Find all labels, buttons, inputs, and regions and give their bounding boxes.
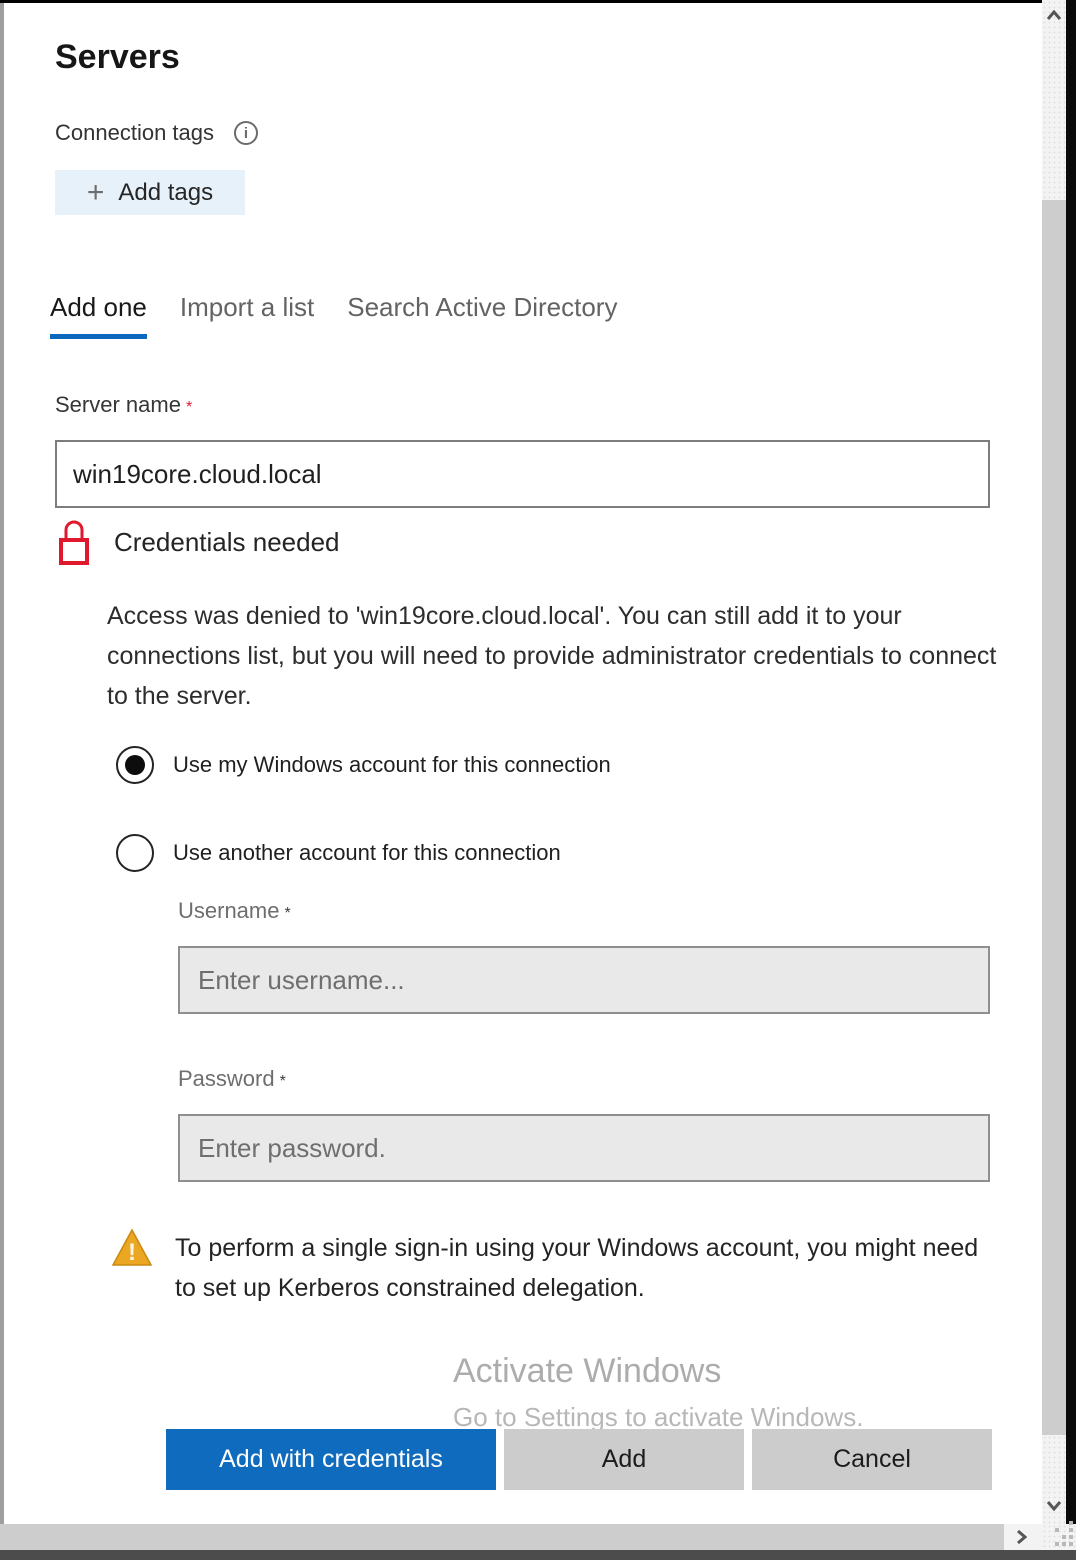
info-icon[interactable]: i (234, 121, 258, 145)
required-asterisk: * (284, 905, 290, 922)
right-edge-strip (1066, 0, 1076, 1524)
cancel-button[interactable]: Cancel (752, 1429, 992, 1490)
server-name-input[interactable] (55, 440, 990, 508)
left-edge-strip (0, 3, 4, 1524)
vertical-scrollbar-thumb[interactable] (1042, 200, 1066, 1435)
server-name-label: Server name (55, 392, 181, 417)
access-denied-message: Access was denied to 'win19core.cloud.lo… (107, 596, 997, 716)
add-server-panel: Servers Connection tags i + Add tags Add… (0, 0, 1076, 1560)
required-asterisk: * (280, 1073, 286, 1090)
required-asterisk: * (186, 399, 192, 416)
horizontal-scrollbar-thumb[interactable] (0, 1524, 1004, 1550)
username-label: Username (178, 898, 279, 923)
kerberos-warning: ! To perform a single sign-in using your… (111, 1228, 995, 1308)
tab-add-one[interactable]: Add one (50, 292, 147, 339)
add-tags-label: Add tags (118, 179, 213, 207)
warning-icon: ! (111, 1228, 153, 1268)
page-title: Servers (55, 38, 180, 77)
tab-search-active-directory[interactable]: Search Active Directory (347, 292, 617, 339)
server-name-label-row: Server name * (55, 392, 192, 418)
resize-grip-icon[interactable] (1055, 1528, 1059, 1532)
radio-windows-account-label: Use my Windows account for this connecti… (173, 752, 611, 778)
add-tags-button[interactable]: + Add tags (55, 170, 245, 215)
password-label-row: Password * (178, 1066, 286, 1092)
scroll-up-icon[interactable] (1046, 8, 1062, 26)
username-field[interactable] (178, 946, 990, 1014)
radio-button-selected[interactable] (116, 746, 154, 784)
scrollbar-corner (1042, 1524, 1076, 1550)
top-border (0, 0, 1042, 3)
connection-tags-label: Connection tags (55, 120, 214, 146)
lock-icon (55, 518, 92, 566)
scroll-down-icon[interactable] (1046, 1498, 1062, 1516)
footer-button-row: Add with credentials Add Cancel (166, 1429, 992, 1490)
tab-bar: Add one Import a list Search Active Dire… (50, 292, 617, 339)
username-label-row: Username * (178, 898, 291, 924)
radio-other-account-label: Use another account for this connection (173, 840, 561, 866)
tab-import-a-list[interactable]: Import a list (180, 292, 314, 339)
password-label: Password (178, 1066, 275, 1091)
radio-button-unselected[interactable] (116, 834, 154, 872)
activate-windows-watermark: Activate Windows (453, 1352, 721, 1391)
add-button[interactable]: Add (504, 1429, 744, 1490)
scroll-right-icon[interactable] (1016, 1529, 1027, 1550)
bottom-edge-band (0, 1550, 1076, 1560)
credentials-needed-label: Credentials needed (114, 527, 340, 558)
connection-tags-row: Connection tags i (55, 120, 258, 146)
plus-icon: + (87, 178, 105, 208)
svg-text:!: ! (128, 1239, 136, 1266)
password-field[interactable] (178, 1114, 990, 1182)
radio-other-account[interactable]: Use another account for this connection (116, 834, 561, 872)
radio-windows-account[interactable]: Use my Windows account for this connecti… (116, 746, 611, 784)
add-with-credentials-button[interactable]: Add with credentials (166, 1429, 496, 1490)
kerberos-warning-text: To perform a single sign-in using your W… (175, 1228, 995, 1308)
credentials-needed-row: Credentials needed (55, 518, 340, 566)
